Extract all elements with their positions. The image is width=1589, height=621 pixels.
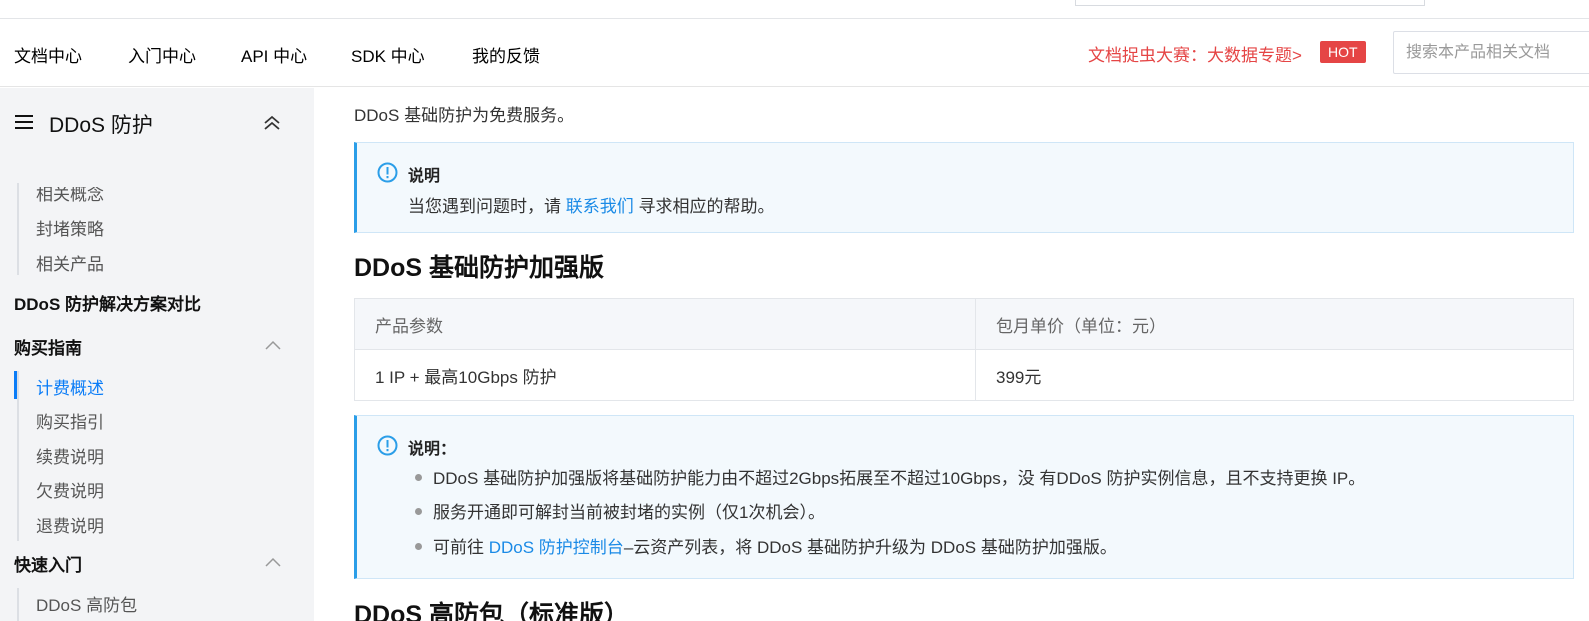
nav-my-feedback[interactable]: 我的反馈 bbox=[472, 42, 540, 67]
intro-paragraph: DDoS 基础防护为免费服务。 bbox=[354, 106, 575, 125]
table-row: 1 IP + 最高10Gbps 防护 399元 bbox=[354, 349, 1574, 401]
nav-api-center[interactable]: API 中心 bbox=[241, 42, 307, 67]
sidebar-item-purchase-guide[interactable]: 购买指引 bbox=[36, 408, 104, 433]
list-item: 服务开通即可解封当前被封堵的实例（仅1次机会）。 bbox=[433, 503, 825, 522]
top-search-box-edge[interactable] bbox=[1075, 0, 1425, 6]
note-box-basic-plus: 说明： DDoS 基础防护加强版将基础防护能力由不超过2Gbps拓展至不超过10… bbox=[354, 415, 1574, 579]
note-box-contact: 说明 当您遇到问题时，请 联系我们 寻求相应的帮助。 bbox=[354, 142, 1574, 233]
table-header-cell: 包月单价（单位：元） bbox=[975, 298, 1574, 350]
sidebar-item-blocking-policy[interactable]: 封堵策略 bbox=[36, 215, 104, 240]
section-title-basic-plus: DDoS 基础防护加强版 bbox=[354, 254, 605, 282]
info-icon bbox=[377, 162, 398, 183]
collapse-all-icon[interactable] bbox=[263, 115, 281, 131]
sidebar-item-overdue[interactable]: 欠费说明 bbox=[36, 477, 104, 502]
sidebar-item-anti-ddos-pro[interactable]: DDoS 高防包 bbox=[36, 591, 137, 616]
section-title-anti-ddos-standard: DDoS 高防包（标准版） bbox=[354, 601, 630, 621]
sidebar-header: DDoS 防护 bbox=[0, 88, 314, 162]
note-text: 当您遇到问题时，请 联系我们 寻求相应的帮助。 bbox=[408, 197, 775, 216]
bullet-icon bbox=[415, 474, 422, 481]
list-item: 可前往 DDoS 防护控制台–云资产列表，将 DDoS 基础防护升级为 DDoS… bbox=[433, 538, 1117, 557]
chevron-up-icon[interactable] bbox=[265, 557, 281, 567]
doc-search-input[interactable] bbox=[1393, 31, 1589, 74]
bug-hunt-promo-link[interactable]: 文档捉虫大赛：大数据专题> bbox=[1088, 41, 1302, 66]
table-header-cell: 产品参数 bbox=[354, 298, 976, 350]
list-item: DDoS 基础防护加强版将基础防护能力由不超过2Gbps拓展至不超过10Gbps… bbox=[433, 469, 1366, 488]
sidebar-item-renewal[interactable]: 续费说明 bbox=[36, 443, 104, 468]
sidebar: DDoS 防护 相关概念 封堵策略 相关产品 DDoS 防护解决方案对比 购买指… bbox=[0, 88, 314, 621]
nav-getting-started-center[interactable]: 入门中心 bbox=[128, 42, 196, 67]
bullet-icon bbox=[415, 543, 422, 550]
top-strip bbox=[0, 0, 1589, 19]
bullet-icon bbox=[415, 508, 422, 515]
sidebar-cat-solution-compare[interactable]: DDoS 防护解决方案对比 bbox=[14, 290, 201, 315]
sidebar-tree-line bbox=[17, 588, 19, 621]
doc-content: DDoS 基础防护为免费服务。 说明 当您遇到问题时，请 联系我们 寻求相应的帮… bbox=[314, 88, 1589, 621]
sidebar-item-refund[interactable]: 退费说明 bbox=[36, 512, 104, 537]
contact-us-link[interactable]: 联系我们 bbox=[566, 197, 634, 216]
sidebar-tree-line bbox=[17, 371, 19, 541]
sidebar-tree-line bbox=[17, 183, 19, 275]
chevron-up-icon[interactable] bbox=[265, 340, 281, 350]
sidebar-item-related-concepts[interactable]: 相关概念 bbox=[36, 187, 104, 205]
info-icon bbox=[377, 435, 398, 456]
nav-sdk-center[interactable]: SDK 中心 bbox=[351, 42, 425, 67]
doc-nav-bar: 文档中心 入门中心 API 中心 SDK 中心 我的反馈 文档捉虫大赛：大数据专… bbox=[0, 20, 1589, 87]
ddos-console-link[interactable]: DDoS 防护控制台 bbox=[489, 538, 624, 557]
table-cell: 1 IP + 最高10Gbps 防护 bbox=[354, 349, 976, 401]
table-header-row: 产品参数 包月单价（单位：元） bbox=[354, 298, 1574, 350]
active-indicator bbox=[14, 371, 17, 399]
pricing-table: 产品参数 包月单价（单位：元） 1 IP + 最高10Gbps 防护 399元 bbox=[354, 298, 1574, 401]
note-title: 说明： bbox=[408, 441, 457, 458]
menu-icon[interactable] bbox=[15, 115, 33, 129]
nav-doc-center[interactable]: 文档中心 bbox=[14, 42, 82, 67]
sidebar-cat-buy-guide[interactable]: 购买指南 bbox=[14, 334, 82, 359]
sidebar-item-billing-overview[interactable]: 计费概述 bbox=[36, 374, 104, 399]
hot-badge: HOT bbox=[1320, 41, 1366, 63]
sidebar-cat-quick-start[interactable]: 快速入门 bbox=[14, 551, 82, 576]
sidebar-item-related-products[interactable]: 相关产品 bbox=[36, 250, 104, 275]
sidebar-product-title: DDoS 防护 bbox=[49, 114, 153, 137]
table-cell: 399元 bbox=[975, 349, 1574, 401]
note-title: 说明 bbox=[408, 168, 441, 185]
